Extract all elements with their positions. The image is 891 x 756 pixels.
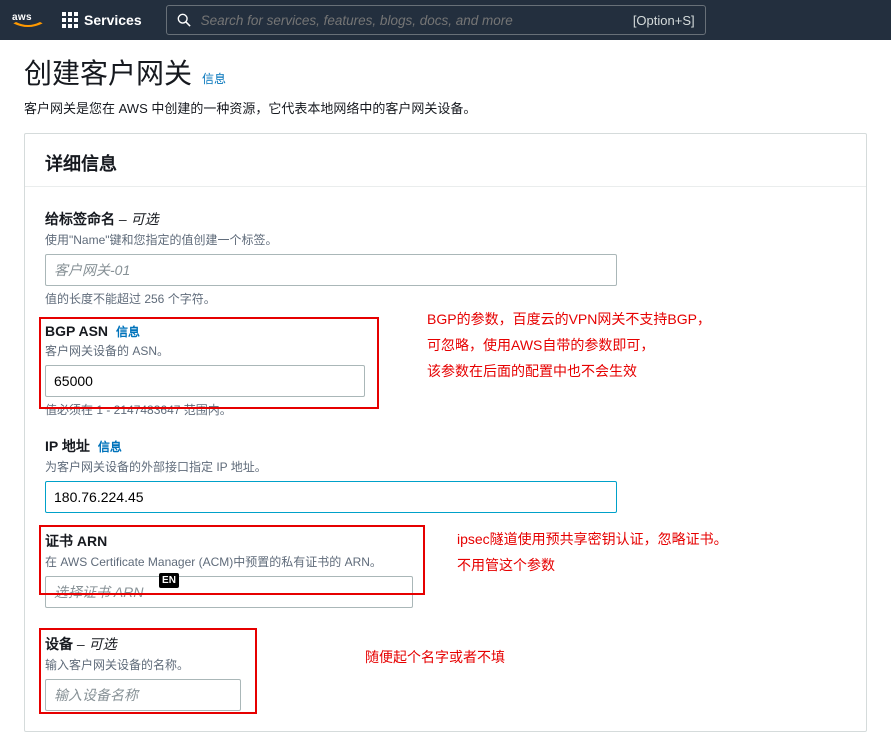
page-title-info-link[interactable]: 信息	[202, 70, 226, 87]
device-input[interactable]	[45, 679, 241, 711]
top-navbar: aws Services [Option+S]	[0, 0, 891, 40]
search-icon	[177, 13, 191, 27]
bgp-label: BGP ASN	[45, 323, 108, 339]
page-description: 客户网关是您在 AWS 中创建的一种资源，它代表本地网络中的客户网关设备。	[24, 98, 867, 117]
aws-logo-icon: aws	[12, 10, 44, 30]
annotation-text-arn: ipsec隧道使用预共享密钥认证，忽略证书。 不用管这个参数	[457, 527, 728, 579]
ime-badge: EN	[159, 573, 179, 588]
name-help: 使用"Name"键和您指定的值创建一个标签。	[45, 231, 846, 248]
bgp-info-link[interactable]: 信息	[116, 323, 140, 340]
svg-text:aws: aws	[12, 12, 32, 23]
search-shortcut: [Option+S]	[633, 13, 695, 28]
annotation-text-bgp: BGP的参数，百度云的VPN网关不支持BGP， 可忽略，使用AWS自带的参数即可…	[427, 307, 711, 385]
details-panel: 详细信息 给标签命名 – 可选 使用"Name"键和您指定的值创建一个标签。 值…	[24, 133, 867, 732]
services-label: Services	[84, 12, 142, 28]
bgp-constraint: 值必须在 1 - 2147483647 范围内。	[45, 401, 846, 418]
field-ip: IP 地址 信息 为客户网关设备的外部接口指定 IP 地址。	[45, 436, 846, 513]
arn-label: 证书 ARN	[45, 531, 107, 551]
services-menu[interactable]: Services	[52, 12, 152, 28]
search-input[interactable]	[201, 13, 623, 28]
arn-select[interactable]	[45, 576, 413, 608]
aws-logo[interactable]: aws	[12, 10, 44, 30]
name-input[interactable]	[45, 254, 617, 286]
name-label: 给标签命名 – 可选	[45, 209, 159, 229]
panel-heading: 详细信息	[25, 134, 866, 187]
bgp-input[interactable]	[45, 365, 365, 397]
device-label: 设备 – 可选	[45, 634, 117, 654]
page-title: 创建客户网关	[24, 52, 192, 92]
field-name: 给标签命名 – 可选 使用"Name"键和您指定的值创建一个标签。 值的长度不能…	[45, 209, 846, 307]
grid-icon	[62, 12, 78, 28]
ip-input[interactable]	[45, 481, 617, 513]
annotation-text-device: 随便起个名字或者不填	[365, 645, 505, 671]
global-search[interactable]: [Option+S]	[166, 5, 706, 35]
ip-label: IP 地址	[45, 436, 90, 456]
name-constraint: 值的长度不能超过 256 个字符。	[45, 290, 846, 307]
ip-help: 为客户网关设备的外部接口指定 IP 地址。	[45, 458, 846, 475]
ip-info-link[interactable]: 信息	[98, 438, 122, 455]
